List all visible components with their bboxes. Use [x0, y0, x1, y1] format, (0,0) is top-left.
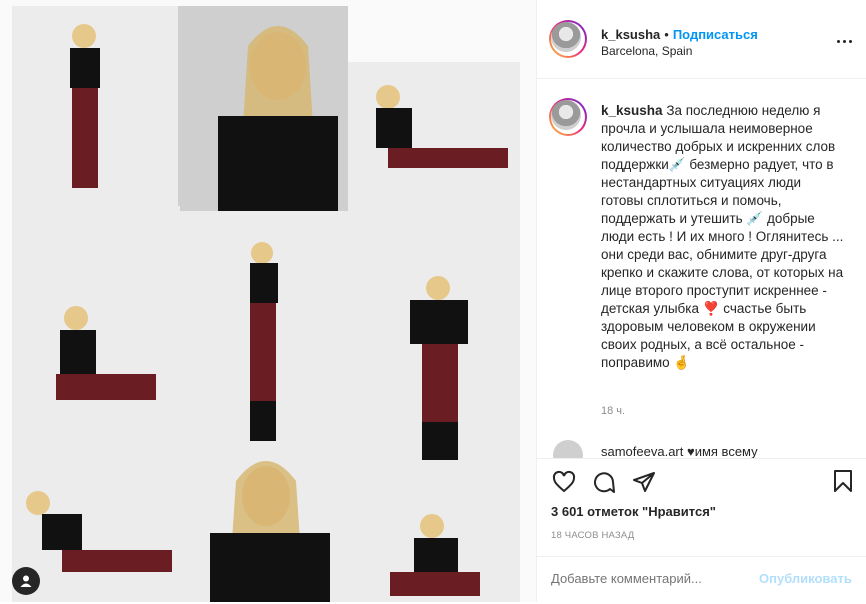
- comments-area[interactable]: k_ksusha За последнюю неделю я прочла и …: [537, 78, 866, 458]
- comment-form: Опубликовать: [537, 556, 866, 604]
- location-link[interactable]: Barcelona, Spain: [601, 44, 692, 58]
- more-options-icon[interactable]: [837, 40, 852, 43]
- caption-text: За последнюю неделю я прочла и услышала …: [601, 103, 844, 370]
- username-link[interactable]: k_ksusha: [601, 27, 660, 42]
- collage-photo: [350, 464, 520, 602]
- post-header: k_ksusha • Подписаться Barcelona, Spain: [537, 0, 866, 79]
- post-sidebar: k_ksusha • Подписаться Barcelona, Spain k_…: [536, 0, 866, 602]
- post-actions: 3 601 отметок "Нравится" 18 ЧАСОВ НАЗАД …: [537, 458, 866, 603]
- share-icon[interactable]: [631, 469, 657, 495]
- photo-collage: [12, 6, 522, 602]
- collage-photo: [180, 451, 350, 602]
- heart-icon[interactable]: [551, 469, 577, 495]
- separator-dot: •: [664, 27, 669, 42]
- comment-input[interactable]: [551, 571, 751, 586]
- collage-photo: [350, 212, 520, 464]
- collage-photo: [12, 6, 178, 206]
- likes-count[interactable]: 3 601 отметок "Нравится": [551, 504, 716, 519]
- post-photo[interactable]: [0, 0, 536, 602]
- collage-photo: [348, 62, 520, 212]
- avatar[interactable]: [549, 98, 587, 136]
- collage-photo: [12, 206, 180, 458]
- user-icon[interactable]: [12, 567, 40, 595]
- avatar[interactable]: [549, 20, 587, 58]
- comment-icon[interactable]: [591, 469, 617, 495]
- collage-photo: [180, 211, 350, 451]
- follow-button[interactable]: Подписаться: [673, 27, 758, 42]
- avatar[interactable]: [553, 440, 583, 458]
- post-timestamp[interactable]: 18 ЧАСОВ НАЗАД: [551, 530, 634, 541]
- comment-row: samofeeva.art ♥имя всему: [537, 438, 866, 458]
- collage-photo: [178, 6, 348, 211]
- caption-time: 18 ч.: [601, 405, 626, 417]
- comment-text: samofeeva.art ♥имя всему: [601, 444, 758, 458]
- post-comment-button[interactable]: Опубликовать: [759, 571, 852, 586]
- caption-username[interactable]: k_ksusha: [601, 103, 663, 118]
- post-caption: k_ksusha За последнюю неделю я прочла и …: [601, 102, 847, 372]
- bookmark-icon[interactable]: [831, 469, 857, 495]
